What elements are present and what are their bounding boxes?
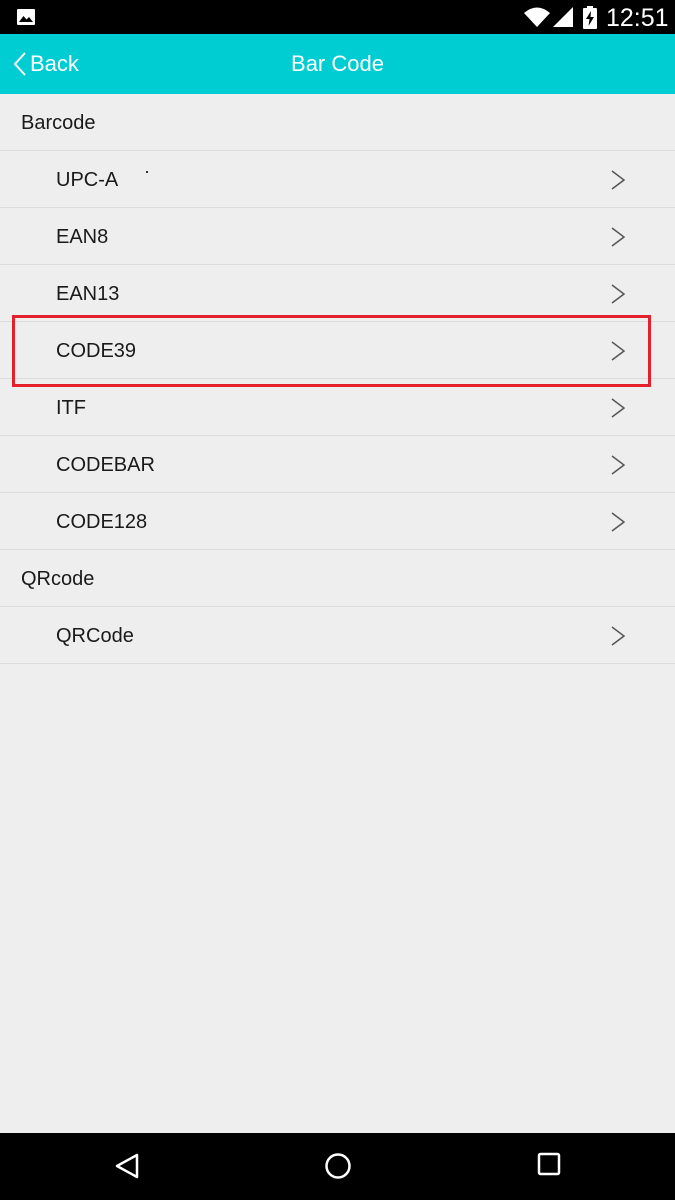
chevron-right-icon (611, 227, 625, 247)
chevron-right-icon (611, 341, 625, 361)
list-item-ean13[interactable]: EAN13 (0, 265, 675, 322)
chevron-right-icon (611, 398, 625, 418)
list-item-label: EAN8 (56, 226, 109, 248)
list-item-label: CODE128 (56, 511, 148, 533)
nav-back-icon[interactable] (114, 1152, 140, 1180)
app-bar: Back Bar Code (0, 34, 675, 94)
list-item-label: CODE39 (56, 340, 137, 362)
back-button[interactable]: Back (12, 34, 122, 94)
list-item-label: ITF (56, 397, 86, 419)
chevron-right-icon (611, 455, 625, 475)
status-bar: 12:51 (0, 0, 675, 34)
chevron-right-icon (611, 170, 625, 190)
list-item-label: EAN13 (56, 283, 120, 305)
nav-home-icon[interactable] (324, 1152, 352, 1180)
stray-dot (146, 171, 148, 173)
chevron-left-icon (13, 52, 26, 76)
chevron-right-icon (611, 284, 625, 304)
list-item-codebar[interactable]: CODEBAR (0, 436, 675, 493)
list-item-code39[interactable]: CODE39 (0, 322, 675, 379)
wifi-icon (524, 7, 550, 27)
back-label: Back (30, 51, 79, 76)
list-item-ean8[interactable]: EAN8 (0, 208, 675, 265)
list-item-code128[interactable]: CODE128 (0, 493, 675, 550)
chevron-right-icon (611, 512, 625, 532)
barcode-list: Barcode UPC-A EAN8 EAN13 CODE39 ITF CODE… (0, 94, 675, 664)
chevron-right-icon (611, 626, 625, 646)
navigation-bar (0, 1133, 675, 1200)
image-notification-icon (17, 9, 35, 25)
list-item-itf[interactable]: ITF (0, 379, 675, 436)
nav-recents-icon[interactable] (537, 1152, 561, 1176)
list-item-upc-a[interactable]: UPC-A (0, 151, 675, 208)
list-item-label: UPC-A (56, 169, 119, 191)
list-item-label: QRCode (56, 625, 134, 647)
list-item-label: CODEBAR (56, 454, 155, 476)
list-item-qrcode[interactable]: QRCode (0, 607, 675, 664)
cell-signal-icon (553, 7, 573, 27)
status-time: 12:51 (606, 4, 669, 32)
battery-charging-icon (583, 6, 597, 29)
section-header-barcode: Barcode (0, 94, 675, 151)
section-header-qrcode: QRcode (0, 550, 675, 607)
